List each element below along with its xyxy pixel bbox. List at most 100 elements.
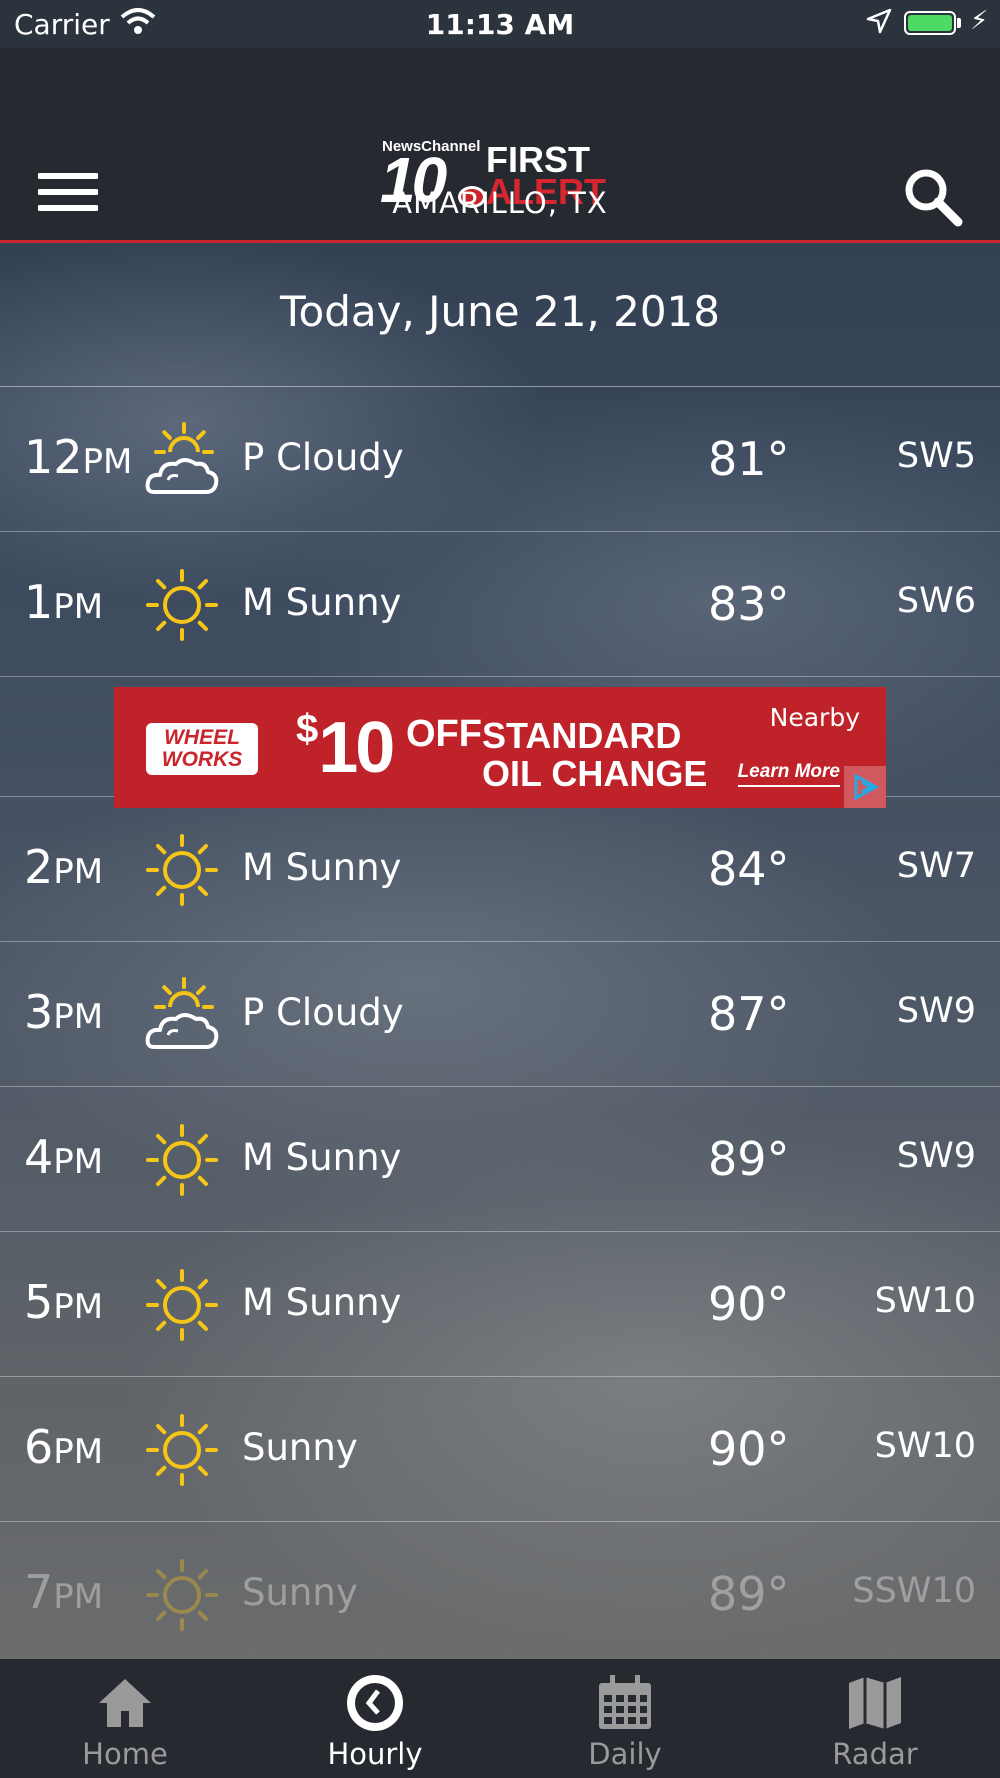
hour-period: PM (53, 1287, 104, 1327)
tab-bar: Home Hourly Daily Radar (0, 1659, 1000, 1778)
sun-icon (144, 1122, 220, 1198)
hour-number: 1 (24, 575, 54, 629)
ad-offer: $10 OFF STANDARD OIL CHANGE (296, 707, 707, 793)
condition-label: M Sunny (242, 1136, 402, 1179)
condition-label: P Cloudy (242, 436, 404, 479)
hour-number: 2 (24, 840, 54, 894)
hourly-row[interactable]: 1PM M Sunny 83° SW6 (0, 531, 1000, 677)
hourly-row[interactable]: 3PM P Cloudy 87° SW9 (0, 941, 1000, 1087)
ad-off: OFF (406, 713, 482, 755)
ad-line2: OIL CHANGE (482, 753, 708, 794)
hour-label: 6PM (24, 1422, 103, 1477)
hourly-row[interactable]: 4PM M Sunny 89° SW9 (0, 1086, 1000, 1232)
hour-period: PM (82, 442, 133, 482)
tab-hourly[interactable]: Hourly (250, 1659, 500, 1778)
hour-number: 4 (24, 1130, 54, 1184)
hour-period: PM (53, 1577, 104, 1617)
hourly-row[interactable]: 12PM P Cloudy 81° SW5 (0, 386, 1000, 532)
battery-nub (957, 18, 961, 28)
hour-label: 1PM (24, 577, 103, 632)
calendar-icon (599, 1675, 651, 1729)
hour-number: 3 (24, 985, 54, 1039)
hour-label: 2PM (24, 842, 103, 897)
hour-number: 5 (24, 1275, 54, 1329)
hourly-row[interactable]: 2PM M Sunny 84° SW7 (0, 796, 1000, 942)
temperature-label: 90° (708, 1422, 790, 1476)
tab-radar-label: Radar (832, 1737, 918, 1771)
temperature-label: 83° (708, 577, 790, 631)
adchoices-icon[interactable] (844, 766, 886, 808)
wind-label: SSW10 (852, 1571, 976, 1611)
ad-dollar: $ (296, 707, 319, 751)
home-icon (99, 1679, 151, 1727)
wind-label: SW9 (896, 991, 976, 1031)
date-label: Today, June 21, 2018 (279, 287, 720, 336)
hour-period: PM (53, 1142, 104, 1182)
sun-icon (144, 567, 220, 643)
charging-bolt-icon: ⚡ (970, 6, 989, 36)
ad-banner[interactable]: WHEEL WORKS $10 OFF STANDARD OIL CHANGE … (114, 687, 886, 808)
ad-line1: STANDARD (482, 715, 682, 756)
hour-period: PM (53, 587, 104, 627)
tab-hourly-label: Hourly (327, 1737, 423, 1771)
date-header: Today, June 21, 2018 (0, 243, 1000, 387)
condition-label: Sunny (242, 1571, 358, 1614)
tab-daily[interactable]: Daily (500, 1659, 750, 1778)
hourly-row[interactable]: 5PM M Sunny 90° SW10 (0, 1231, 1000, 1377)
wind-label: SW5 (896, 436, 976, 476)
wind-label: SW10 (874, 1281, 976, 1321)
wind-label: SW6 (896, 581, 976, 621)
temperature-label: 84° (708, 842, 790, 896)
location-label: AMARILLO, TX (392, 186, 608, 220)
sun-icon (144, 832, 220, 908)
hour-label: 5PM (24, 1277, 103, 1332)
tab-home[interactable]: Home (0, 1659, 250, 1778)
hourly-row[interactable]: 7PM Sunny 89° SSW10 (0, 1521, 1000, 1667)
map-icon (849, 1677, 901, 1729)
hour-period: PM (53, 852, 104, 892)
ad-row: WHEEL WORKS $10 OFF STANDARD OIL CHANGE … (0, 675, 1000, 808)
ad-learn-more-link[interactable]: Learn More (737, 761, 840, 787)
sun-icon (144, 1267, 220, 1343)
ad-brand-logo: WHEEL WORKS (146, 723, 258, 775)
temperature-label: 89° (708, 1567, 790, 1621)
hour-label: 4PM (24, 1132, 103, 1187)
hour-number: 6 (24, 1420, 54, 1474)
partly-cloudy-icon (144, 422, 220, 498)
clock-time: 11:13 AM (425, 8, 575, 41)
wind-label: SW10 (874, 1426, 976, 1466)
hour-period: PM (53, 1432, 104, 1472)
temperature-label: 81° (708, 432, 790, 486)
hour-period: PM (53, 997, 104, 1037)
ad-brand-line1: WHEEL (164, 726, 240, 749)
hour-number: 12 (24, 430, 83, 484)
ad-headline: STANDARD OIL CHANGE (482, 717, 707, 793)
condition-label: Sunny (242, 1426, 358, 1469)
condition-label: P Cloudy (242, 991, 404, 1034)
temperature-label: 90° (708, 1277, 790, 1331)
hour-label: 3PM (24, 987, 103, 1042)
battery-icon (904, 11, 956, 35)
hourly-row[interactable]: 6PM Sunny 90° SW10 (0, 1376, 1000, 1522)
location-arrow-icon (866, 8, 892, 41)
wind-label: SW7 (896, 846, 976, 886)
ad-amount: 10 (318, 708, 395, 788)
clock-icon (347, 1675, 403, 1731)
condition-label: M Sunny (242, 846, 402, 889)
ad-brand-line2: WORKS (161, 748, 243, 771)
temperature-label: 87° (708, 987, 790, 1041)
condition-label: M Sunny (242, 581, 402, 624)
sun-icon (144, 1412, 220, 1488)
condition-label: M Sunny (242, 1281, 402, 1324)
tab-home-label: Home (82, 1737, 168, 1771)
hour-label: 7PM (24, 1567, 103, 1622)
status-bar: Carrier 11:13 AM ⚡ (0, 0, 1000, 48)
hour-number: 7 (24, 1565, 54, 1619)
tab-radar[interactable]: Radar (750, 1659, 1000, 1778)
partly-cloudy-icon (144, 977, 220, 1053)
tab-daily-label: Daily (588, 1737, 662, 1771)
ad-nearby: Nearby (769, 703, 860, 732)
temperature-label: 89° (708, 1132, 790, 1186)
hour-label: 12PM (24, 432, 132, 487)
sun-icon (144, 1557, 220, 1633)
